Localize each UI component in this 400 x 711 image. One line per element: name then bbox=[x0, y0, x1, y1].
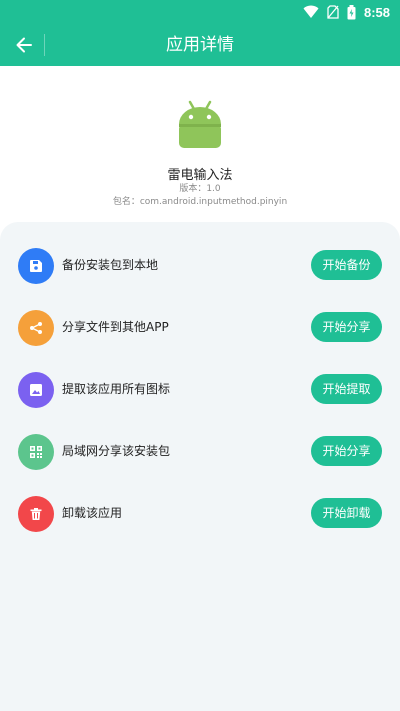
action-backup-row: 备份安装包到本地 开始备份 bbox=[0, 244, 400, 294]
action-share-label: 分享文件到其他APP bbox=[62, 320, 169, 334]
android-icon bbox=[179, 100, 221, 148]
app-info-header: 雷电输入法 版本：1.0 包名：com.android.inputmethod.… bbox=[0, 66, 400, 226]
action-uninstall-row: 卸载该应用 开始卸载 bbox=[0, 492, 400, 542]
action-uninstall-label: 卸载该应用 bbox=[62, 506, 123, 520]
app-bar: 应用详情 bbox=[0, 24, 400, 66]
start-extract-button[interactable]: 开始提取 bbox=[311, 374, 382, 404]
no-sim-icon bbox=[327, 5, 339, 19]
back-button[interactable] bbox=[10, 31, 38, 59]
action-extract-row: 提取该应用所有图标 开始提取 bbox=[0, 368, 400, 418]
image-icon bbox=[18, 372, 54, 408]
page-title: 应用详情 bbox=[166, 35, 234, 55]
start-backup-button[interactable]: 开始备份 bbox=[311, 250, 382, 280]
action-lan-share-row: 局域网分享该安装包 开始分享 bbox=[0, 430, 400, 480]
app-package-name: 包名：com.android.inputmethod.pinyin bbox=[112, 197, 288, 207]
save-icon bbox=[18, 248, 54, 284]
qr-code-icon bbox=[18, 434, 54, 470]
share-icon bbox=[18, 310, 54, 346]
status-bar: 8:58 bbox=[0, 0, 400, 24]
arrow-left-icon bbox=[16, 37, 32, 53]
start-share-button[interactable]: 开始分享 bbox=[311, 312, 382, 342]
action-share-row: 分享文件到其他APP 开始分享 bbox=[0, 306, 400, 356]
start-lan-share-button[interactable]: 开始分享 bbox=[311, 436, 382, 466]
action-lan-share-label: 局域网分享该安装包 bbox=[62, 444, 171, 458]
appbar-divider bbox=[44, 34, 45, 56]
trash-icon bbox=[18, 496, 54, 532]
action-backup-label: 备份安装包到本地 bbox=[62, 258, 159, 272]
status-time: 8:58 bbox=[363, 4, 390, 20]
wifi-icon bbox=[303, 5, 319, 19]
actions-panel: 备份安装包到本地 开始备份 分享文件到其他APP 开始分享 提取该应用所有图标 … bbox=[0, 222, 400, 711]
battery-icon bbox=[347, 4, 356, 20]
app-version: 版本：1.0 bbox=[179, 184, 221, 194]
start-uninstall-button[interactable]: 开始卸载 bbox=[311, 498, 382, 528]
action-extract-label: 提取该应用所有图标 bbox=[62, 382, 171, 396]
